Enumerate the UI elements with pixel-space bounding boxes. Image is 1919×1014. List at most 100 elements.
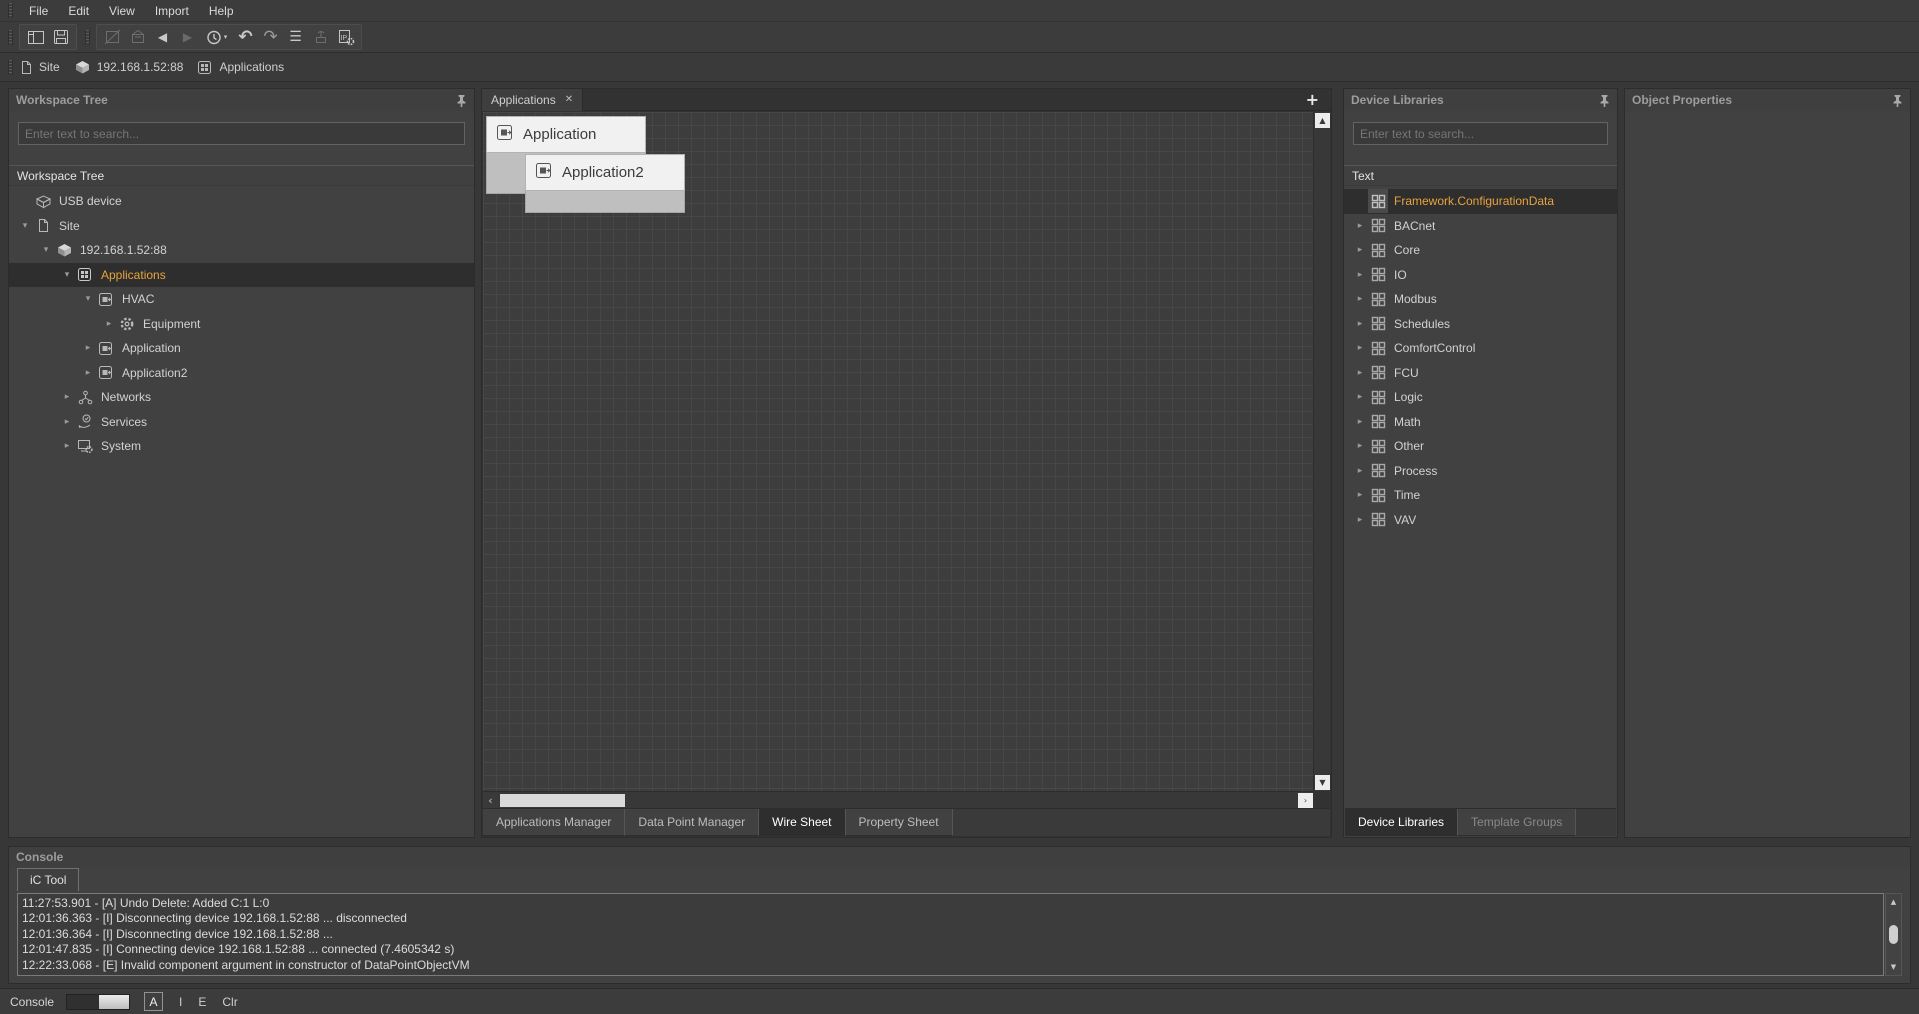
library-item-core[interactable]: ▸Core <box>1344 238 1617 263</box>
library-item-comfortcontrol[interactable]: ▸ComfortControl <box>1344 336 1617 361</box>
tab-template-groups[interactable]: Template Groups <box>1458 809 1576 836</box>
chevron-right-icon[interactable]: ▸ <box>1352 417 1368 427</box>
chevron-right-icon[interactable]: ▸ <box>1352 221 1368 231</box>
drag-grip[interactable] <box>85 30 90 45</box>
list-icon[interactable]: ☰ <box>283 26 308 48</box>
chevron-right-icon[interactable]: ▸ <box>1352 294 1368 304</box>
chevron-down-icon[interactable]: ▾ <box>80 294 96 304</box>
chevron-right-icon[interactable]: ▸ <box>59 441 75 451</box>
filter-info-button[interactable]: I <box>179 995 182 1009</box>
breadcrumb-item-site[interactable]: Site <box>19 60 60 75</box>
pin-icon[interactable] <box>1599 94 1610 107</box>
library-item-vav[interactable]: ▸VAV <box>1344 508 1617 533</box>
library-item-bacnet[interactable]: ▸BACnet <box>1344 214 1617 239</box>
filter-all-button[interactable]: A <box>144 992 163 1011</box>
back-icon[interactable]: ◀ <box>150 26 175 48</box>
pin-icon[interactable] <box>456 94 467 107</box>
breadcrumb-item-device[interactable]: 192.168.1.52:88 <box>74 59 184 75</box>
menu-edit[interactable]: Edit <box>58 0 99 22</box>
scroll-left-icon[interactable]: ‹ <box>483 793 498 808</box>
pin-icon[interactable] <box>1892 94 1903 107</box>
chevron-right-icon[interactable]: ▸ <box>59 417 75 427</box>
scroll-down-icon[interactable]: ▼ <box>1886 960 1901 974</box>
library-item-modbus[interactable]: ▸Modbus <box>1344 287 1617 312</box>
scroll-right-icon[interactable]: › <box>1298 793 1313 808</box>
console-log[interactable]: 11:27:53.901 - [A] Undo Delete: Added C:… <box>17 893 1884 976</box>
chevron-right-icon[interactable]: ▸ <box>101 319 117 329</box>
breadcrumb-item-applications[interactable]: Applications <box>197 60 284 75</box>
chevron-right-icon[interactable]: ▸ <box>1352 319 1368 329</box>
tab-device-libraries[interactable]: Device Libraries <box>1345 809 1458 836</box>
chevron-down-icon[interactable]: ▾ <box>38 245 54 255</box>
undo-icon[interactable]: ↶ <box>233 26 258 48</box>
tree-item-application2[interactable]: ▸ Application2 <box>9 361 474 386</box>
library-item-math[interactable]: ▸Math <box>1344 410 1617 435</box>
chevron-right-icon[interactable]: ▸ <box>1352 515 1368 525</box>
tree-item-site[interactable]: ▾ Site <box>9 214 474 239</box>
library-item-time[interactable]: ▸Time <box>1344 483 1617 508</box>
tab-property-sheet[interactable]: Property Sheet <box>846 809 953 836</box>
search-input[interactable] <box>1353 122 1608 145</box>
add-tab-button[interactable]: + <box>1306 90 1319 109</box>
chevron-right-icon[interactable]: ▸ <box>80 368 96 378</box>
search-input[interactable] <box>18 122 465 145</box>
library-item-logic[interactable]: ▸Logic <box>1344 385 1617 410</box>
tree-item-device[interactable]: ▾ 192.168.1.52:88 <box>9 238 474 263</box>
console-scrollbar[interactable]: ▲ ▼ <box>1885 893 1902 976</box>
history-clock-icon[interactable]: ▾ <box>200 26 233 48</box>
save-icon[interactable] <box>48 26 73 48</box>
drag-grip[interactable] <box>8 3 13 18</box>
tree-item-applications[interactable]: ▾ Applications <box>9 263 474 288</box>
close-icon[interactable]: ✕ <box>565 94 573 105</box>
redo-icon[interactable]: ↷ <box>258 26 283 48</box>
toggle-knob-icon[interactable] <box>99 995 129 1009</box>
tree-item-system[interactable]: ▸ System <box>9 434 474 459</box>
tree-item-application[interactable]: ▸ Application <box>9 336 474 361</box>
filter-error-button[interactable]: E <box>198 995 206 1009</box>
chevron-right-icon[interactable]: ▸ <box>59 392 75 402</box>
console-toggle[interactable] <box>66 994 130 1010</box>
chevron-down-icon[interactable]: ▾ <box>17 221 33 231</box>
tree-item-equipment[interactable]: ▸ Equipment <box>9 312 474 337</box>
chevron-right-icon[interactable]: ▸ <box>1352 245 1368 255</box>
tree-item-services[interactable]: ▸ Services <box>9 410 474 435</box>
chevron-right-icon[interactable]: ▸ <box>1352 466 1368 476</box>
wire-sheet-canvas[interactable]: Application Application2 <box>483 112 1313 791</box>
library-item-io[interactable]: ▸IO <box>1344 263 1617 288</box>
forward-icon[interactable]: ▶ <box>175 26 200 48</box>
tree-item-networks[interactable]: ▸ Networks <box>9 385 474 410</box>
library-item-schedules[interactable]: ▸Schedules <box>1344 312 1617 337</box>
device-manager-icon[interactable] <box>125 26 150 48</box>
scroll-down-icon[interactable]: ▼ <box>1315 775 1330 790</box>
workspace-panel-icon[interactable] <box>23 26 48 48</box>
scroll-thumb[interactable] <box>500 794 625 807</box>
scroll-thumb[interactable] <box>1889 925 1898 944</box>
block-body[interactable] <box>525 191 685 213</box>
menu-file[interactable]: File <box>19 0 58 22</box>
scroll-up-icon[interactable]: ▲ <box>1315 113 1330 128</box>
scroll-up-icon[interactable]: ▲ <box>1886 895 1901 909</box>
chevron-right-icon[interactable]: ▸ <box>1352 490 1368 500</box>
menu-help[interactable]: Help <box>199 0 244 22</box>
tab-applications-manager[interactable]: Applications Manager <box>483 809 625 836</box>
vertical-scrollbar[interactable]: ▲ ▼ <box>1313 112 1330 791</box>
block-title[interactable]: Application2 <box>525 154 685 191</box>
chevron-down-icon[interactable]: ▾ <box>59 270 75 280</box>
chevron-right-icon[interactable]: ▸ <box>80 343 96 353</box>
chevron-right-icon[interactable]: ▸ <box>1352 392 1368 402</box>
block-application2[interactable]: Application2 <box>525 154 685 213</box>
library-item-other[interactable]: ▸Other <box>1344 434 1617 459</box>
ip-settings-icon[interactable]: IP <box>333 26 358 48</box>
tab-applications[interactable]: Applications ✕ <box>482 89 583 111</box>
chevron-right-icon[interactable]: ▸ <box>1352 441 1368 451</box>
drag-grip[interactable] <box>8 60 13 75</box>
library-item-fcu[interactable]: ▸FCU <box>1344 361 1617 386</box>
library-item-process[interactable]: ▸Process <box>1344 459 1617 484</box>
chevron-right-icon[interactable]: ▸ <box>1352 368 1368 378</box>
chevron-right-icon[interactable]: ▸ <box>1352 270 1368 280</box>
tab-wire-sheet[interactable]: Wire Sheet <box>759 809 845 836</box>
filter-clear-button[interactable]: Clr <box>222 995 237 1009</box>
horizontal-scrollbar[interactable]: ‹ › <box>483 791 1313 808</box>
library-item-framework-configurationdata[interactable]: Framework.ConfigurationData <box>1344 189 1617 214</box>
device-upload-icon[interactable] <box>308 26 333 48</box>
